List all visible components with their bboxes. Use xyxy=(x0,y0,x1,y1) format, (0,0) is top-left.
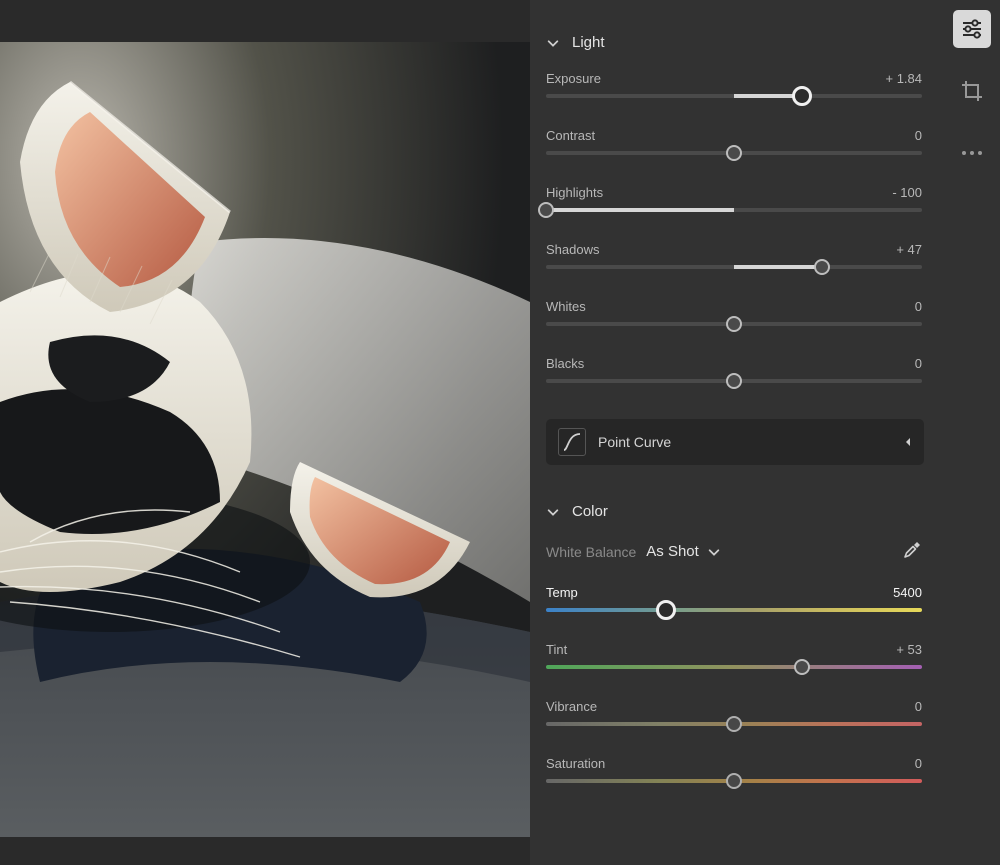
slider-whites-value: 0 xyxy=(915,299,922,314)
slider-contrast-label: Contrast xyxy=(546,128,595,143)
edit-panel: Light Exposure + 1.84 Contrast 0 xyxy=(530,0,944,865)
image-preview-area xyxy=(0,0,530,865)
white-balance-row: White Balance As Shot xyxy=(546,540,922,585)
slider-whites-handle[interactable] xyxy=(726,316,742,332)
slider-tint-label: Tint xyxy=(546,642,567,657)
point-curve-button[interactable]: Point Curve xyxy=(546,419,924,465)
slider-temp-label: Temp xyxy=(546,585,578,600)
white-balance-select[interactable]: As Shot xyxy=(646,543,721,560)
slider-vibrance-handle[interactable] xyxy=(726,716,742,732)
slider-contrast-track[interactable] xyxy=(546,151,922,155)
slider-blacks-handle[interactable] xyxy=(726,373,742,389)
section-light-title: Light xyxy=(572,34,605,51)
section-light-header[interactable]: Light xyxy=(546,22,922,71)
section-color-header[interactable]: Color xyxy=(546,491,922,540)
slider-highlights-handle[interactable] xyxy=(538,202,554,218)
slider-temp-track[interactable] xyxy=(546,608,922,612)
white-balance-selected: As Shot xyxy=(646,543,699,560)
section-light: Light Exposure + 1.84 Contrast 0 xyxy=(530,22,944,413)
slider-highlights: Highlights - 100 xyxy=(546,185,922,242)
slider-vibrance: Vibrance 0 xyxy=(546,699,922,756)
slider-exposure-value: + 1.84 xyxy=(885,71,922,86)
section-color-title: Color xyxy=(572,503,608,520)
section-color: Color White Balance As Shot Temp 5400 xyxy=(530,491,944,793)
slider-shadows-track[interactable] xyxy=(546,265,922,269)
triangle-left-icon xyxy=(904,434,912,450)
white-balance-label: White Balance xyxy=(546,544,636,560)
slider-whites-label: Whites xyxy=(546,299,586,314)
slider-exposure-handle[interactable] xyxy=(792,86,812,106)
chevron-down-icon xyxy=(546,505,566,519)
slider-exposure: Exposure + 1.84 xyxy=(546,71,922,128)
slider-contrast: Contrast 0 xyxy=(546,128,922,185)
slider-saturation-value: 0 xyxy=(915,756,922,771)
slider-vibrance-value: 0 xyxy=(915,699,922,714)
slider-tint-track[interactable] xyxy=(546,665,922,669)
slider-exposure-track[interactable] xyxy=(546,94,922,98)
slider-exposure-label: Exposure xyxy=(546,71,601,86)
slider-tint-value: + 53 xyxy=(896,642,922,657)
slider-highlights-label: Highlights xyxy=(546,185,603,200)
slider-temp: Temp 5400 xyxy=(546,585,922,642)
slider-shadows: Shadows + 47 xyxy=(546,242,922,299)
slider-shadows-fill xyxy=(734,265,822,269)
slider-blacks-label: Blacks xyxy=(546,356,584,371)
slider-vibrance-label: Vibrance xyxy=(546,699,597,714)
slider-tint: Tint + 53 xyxy=(546,642,922,699)
slider-temp-handle[interactable] xyxy=(656,600,676,620)
slider-shadows-handle[interactable] xyxy=(814,259,830,275)
photo-preview[interactable] xyxy=(0,42,530,837)
slider-blacks-track[interactable] xyxy=(546,379,922,383)
slider-contrast-handle[interactable] xyxy=(726,145,742,161)
slider-temp-value: 5400 xyxy=(893,585,922,600)
slider-highlights-value: - 100 xyxy=(892,185,922,200)
slider-contrast-value: 0 xyxy=(915,128,922,143)
slider-saturation-track[interactable] xyxy=(546,779,922,783)
slider-shadows-label: Shadows xyxy=(546,242,599,257)
slider-saturation-label: Saturation xyxy=(546,756,605,771)
slider-highlights-track[interactable] xyxy=(546,208,922,212)
slider-saturation: Saturation 0 xyxy=(546,756,922,793)
slider-vibrance-track[interactable] xyxy=(546,722,922,726)
crop-button[interactable] xyxy=(953,72,991,110)
curve-icon xyxy=(558,428,586,456)
slider-tint-handle[interactable] xyxy=(794,659,810,675)
tool-strip xyxy=(944,0,1000,865)
chevron-down-icon xyxy=(546,36,566,50)
slider-blacks: Blacks 0 xyxy=(546,356,922,413)
slider-saturation-handle[interactable] xyxy=(726,773,742,789)
eyedropper-icon[interactable] xyxy=(902,540,922,563)
slider-whites: Whites 0 xyxy=(546,299,922,356)
point-curve-label: Point Curve xyxy=(598,434,671,450)
slider-blacks-value: 0 xyxy=(915,356,922,371)
edit-sliders-button[interactable] xyxy=(953,10,991,48)
slider-whites-track[interactable] xyxy=(546,322,922,326)
more-button[interactable] xyxy=(953,134,991,172)
slider-highlights-fill xyxy=(546,208,734,212)
slider-shadows-value: + 47 xyxy=(896,242,922,257)
